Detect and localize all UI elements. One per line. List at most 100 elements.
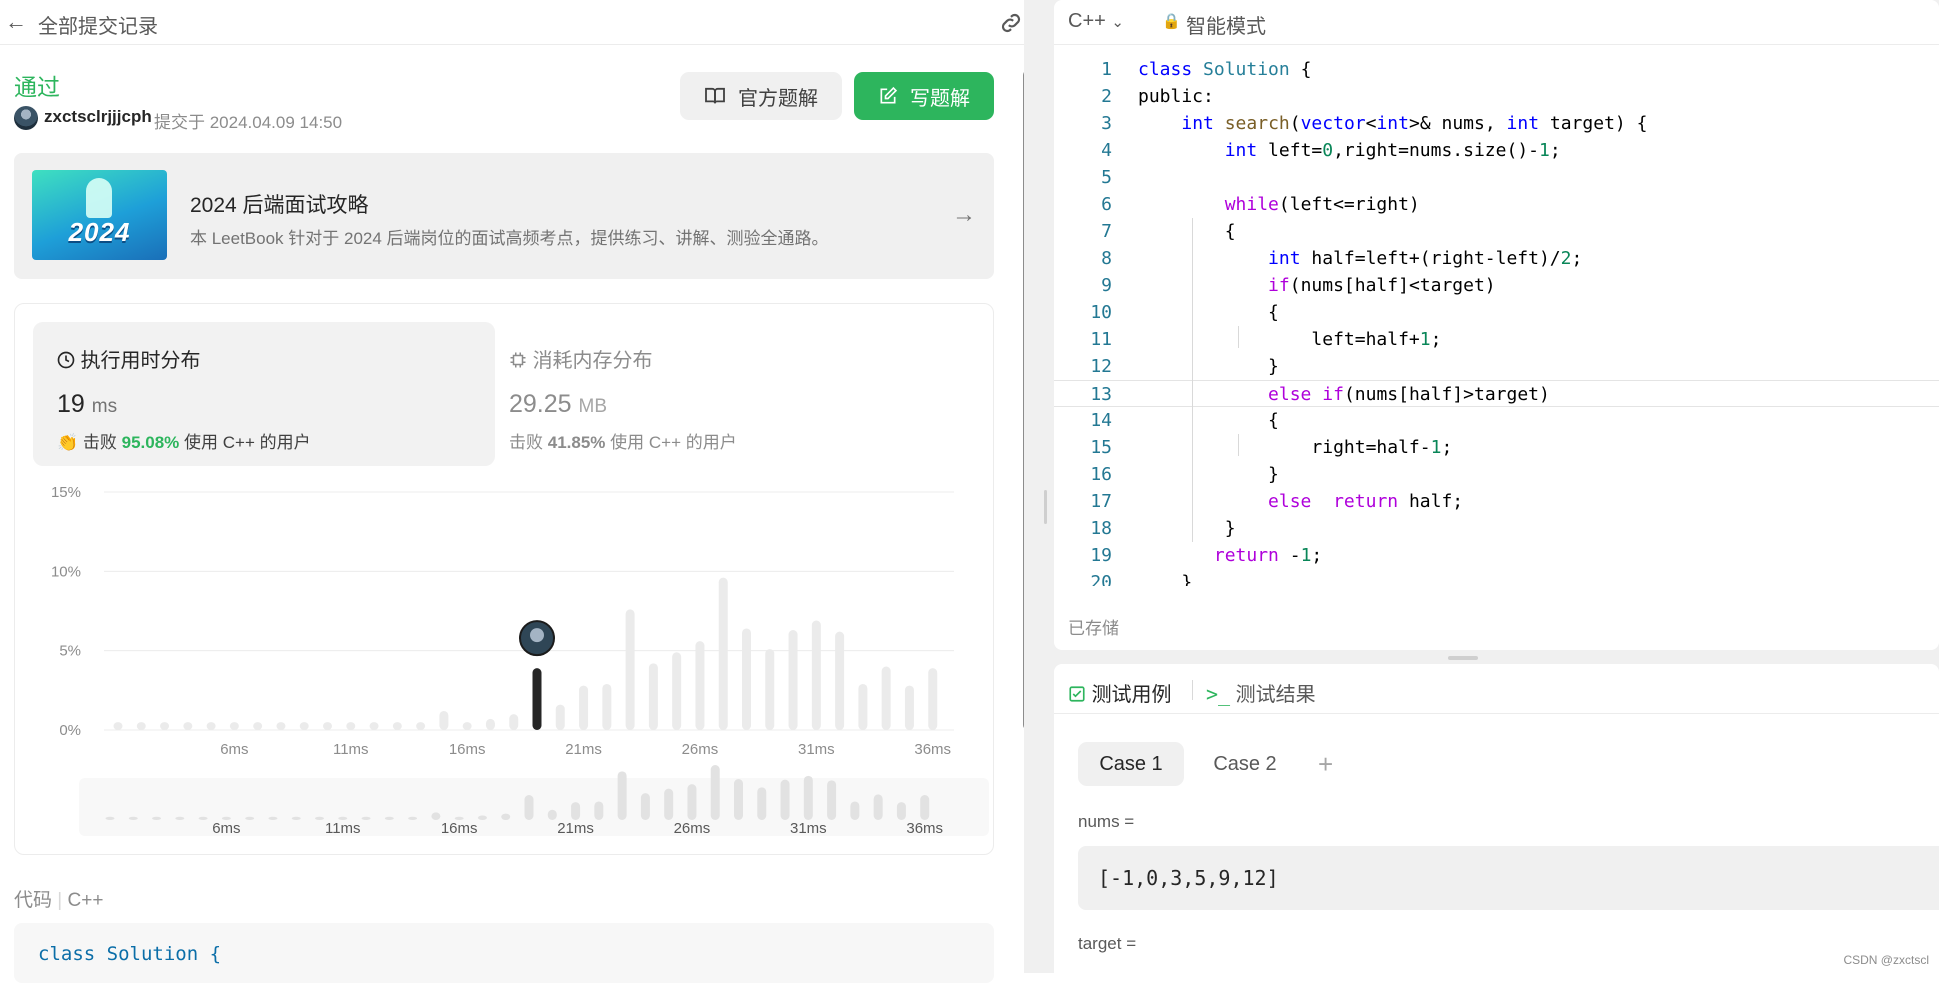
user-avatar[interactable] xyxy=(14,106,38,130)
link-icon[interactable] xyxy=(998,10,1024,36)
overview-bar xyxy=(198,816,208,820)
indent-guide xyxy=(1192,218,1193,542)
overview-bar xyxy=(896,802,906,820)
code-line[interactable]: 13 else if(nums[half]>target) xyxy=(1054,380,1939,407)
chart-bar xyxy=(229,722,239,730)
code-line[interactable]: 7 { xyxy=(1054,218,1939,245)
runtime-title: 执行用时分布 xyxy=(57,344,201,373)
memory-value: 29.25 MB xyxy=(509,390,608,418)
avatar-face xyxy=(530,628,544,643)
leetbook-banner[interactable]: 2024 2024 后端面试攻略 本 LeetBook 针对于 2024 后端岗… xyxy=(14,153,994,279)
checkbox-icon xyxy=(1069,686,1085,702)
chart-bar xyxy=(160,722,170,730)
chart-bar xyxy=(579,685,589,730)
overview-bar xyxy=(920,795,930,820)
back-arrow-icon[interactable]: ← xyxy=(2,8,30,36)
code-line[interactable]: 14 { xyxy=(1054,407,1939,434)
line-content: } xyxy=(1138,356,1279,377)
line-content: return -1; xyxy=(1213,545,1323,566)
tab-test-results[interactable]: >_ 测试结果 xyxy=(1206,678,1316,707)
line-number: 12 xyxy=(1090,356,1112,377)
code-line[interactable]: 2 public: xyxy=(1054,83,1939,110)
add-case-icon[interactable]: + xyxy=(1318,742,1333,786)
chart-bar xyxy=(904,685,914,730)
chart-bar xyxy=(858,683,868,730)
code-line[interactable]: 5 xyxy=(1054,164,1939,191)
code-line[interactable]: 15 right=half-1; xyxy=(1054,434,1939,461)
tab-test-cases[interactable]: 测试用例 xyxy=(1068,678,1172,707)
target-label: target = xyxy=(1078,934,1137,953)
splitter-handle[interactable] xyxy=(1044,490,1047,524)
language-select[interactable]: C++ ⌄ xyxy=(1068,10,1124,33)
x-tick-label: 11ms xyxy=(333,741,369,758)
saved-status: 已存储 xyxy=(1068,619,1119,638)
smart-mode-toggle[interactable]: 智能模式 xyxy=(1186,10,1266,39)
overview-bar xyxy=(361,816,371,820)
all-submissions-link[interactable]: 全部提交记录 xyxy=(38,10,158,39)
line-number: 8 xyxy=(1101,248,1112,269)
chart-bar xyxy=(788,630,798,730)
code-editor[interactable]: C++ ⌄ 🔒 智能模式 1 class Solution {2 public: 3 … xyxy=(1054,0,1939,650)
overview-bar xyxy=(245,816,255,820)
code-line[interactable]: 3 int search(vector<int>& nums, int targ… xyxy=(1054,110,1939,137)
code-line[interactable]: 8 int half=left+(right-left)/2; xyxy=(1054,245,1939,272)
line-content: { xyxy=(1138,302,1279,323)
code-line[interactable]: 12 } xyxy=(1054,353,1939,380)
overview-bar xyxy=(640,793,650,820)
code-line[interactable]: 9 if(nums[half]<target) xyxy=(1054,272,1939,299)
code-line[interactable]: 19 return -1; xyxy=(1054,542,1939,569)
line-content: right=half-1; xyxy=(1138,437,1453,458)
nums-label: nums = xyxy=(1078,812,1135,831)
overview-bar xyxy=(431,812,441,820)
chart-bar xyxy=(416,722,426,730)
official-solution-button[interactable]: 官方题解 xyxy=(680,72,842,120)
code-line[interactable]: 17 else return half; xyxy=(1054,488,1939,515)
overview-bar xyxy=(873,794,883,820)
line-content: } xyxy=(1138,518,1236,539)
line-content: else return half; xyxy=(1268,491,1464,512)
overview-bar xyxy=(152,816,162,820)
code-line[interactable]: 6 while(left<=right) xyxy=(1054,191,1939,218)
chart-bar xyxy=(439,710,449,730)
line-content: { xyxy=(1138,410,1279,431)
code-line[interactable]: 20 } xyxy=(1054,569,1939,586)
y-tick-label: 15% xyxy=(51,484,81,501)
line-content: public: xyxy=(1138,86,1214,107)
case-1-tab[interactable]: Case 1 xyxy=(1078,742,1184,786)
edit-icon xyxy=(880,86,898,104)
chart-bar xyxy=(881,666,891,730)
overview-bar xyxy=(175,816,185,820)
memory-title[interactable]: 消耗内存分布 xyxy=(509,344,653,373)
case-2-tab[interactable]: Case 2 xyxy=(1190,742,1300,786)
code-line[interactable]: 18 } xyxy=(1054,515,1939,542)
line-content: int half=left+(right-left)/2; xyxy=(1268,248,1583,269)
panel-splitter[interactable] xyxy=(1024,0,1054,973)
submission-status: 通过 xyxy=(14,74,60,100)
runtime-distribution-chart[interactable]: 15% 10% 5% 0% 6ms 6ms 11ms 11ms 16ms 16ms 21ms 21ms… xyxy=(14,480,994,850)
line-number: 10 xyxy=(1090,302,1112,323)
line-number: 16 xyxy=(1090,464,1112,485)
overview-bar xyxy=(594,801,604,820)
x-tick-label: 26ms xyxy=(682,741,719,758)
code-line[interactable]: 11 left=half+1; xyxy=(1054,326,1939,353)
overview-bar xyxy=(315,816,324,820)
chart-bar xyxy=(206,722,216,730)
code-line[interactable]: 16 } xyxy=(1054,461,1939,488)
code-lines[interactable]: 1 class Solution {2 public: 3 int search(ve… xyxy=(1054,56,1939,586)
chart-bar xyxy=(299,722,309,730)
test-panel: 测试用例 >_ 测试结果 Case 1 Case 2 + nums = [-1,… xyxy=(1054,664,1939,984)
resize-handle[interactable] xyxy=(1448,656,1478,660)
write-solution-button[interactable]: 写题解 xyxy=(854,72,994,120)
overview-tick-label: 26ms xyxy=(674,820,711,837)
runtime-tile[interactable]: 执行用时分布 19 ms 👏 击败 95.08% 使用 C++ 的用户 xyxy=(33,322,495,466)
x-tick-label: 36ms xyxy=(914,741,951,758)
arrow-right-icon: → xyxy=(952,201,976,228)
chart-bar xyxy=(625,609,635,730)
overview-bar xyxy=(477,815,487,820)
code-line[interactable]: 1 class Solution { xyxy=(1054,56,1939,83)
code-line[interactable]: 10 { xyxy=(1054,299,1939,326)
nums-input[interactable]: [-1,0,3,5,9,12] xyxy=(1078,846,1939,910)
chart-bar xyxy=(253,722,263,730)
code-line[interactable]: 4 int left=0,right=nums.size()-1; xyxy=(1054,137,1939,164)
username[interactable]: zxctsclrjjjcph xyxy=(44,107,152,127)
